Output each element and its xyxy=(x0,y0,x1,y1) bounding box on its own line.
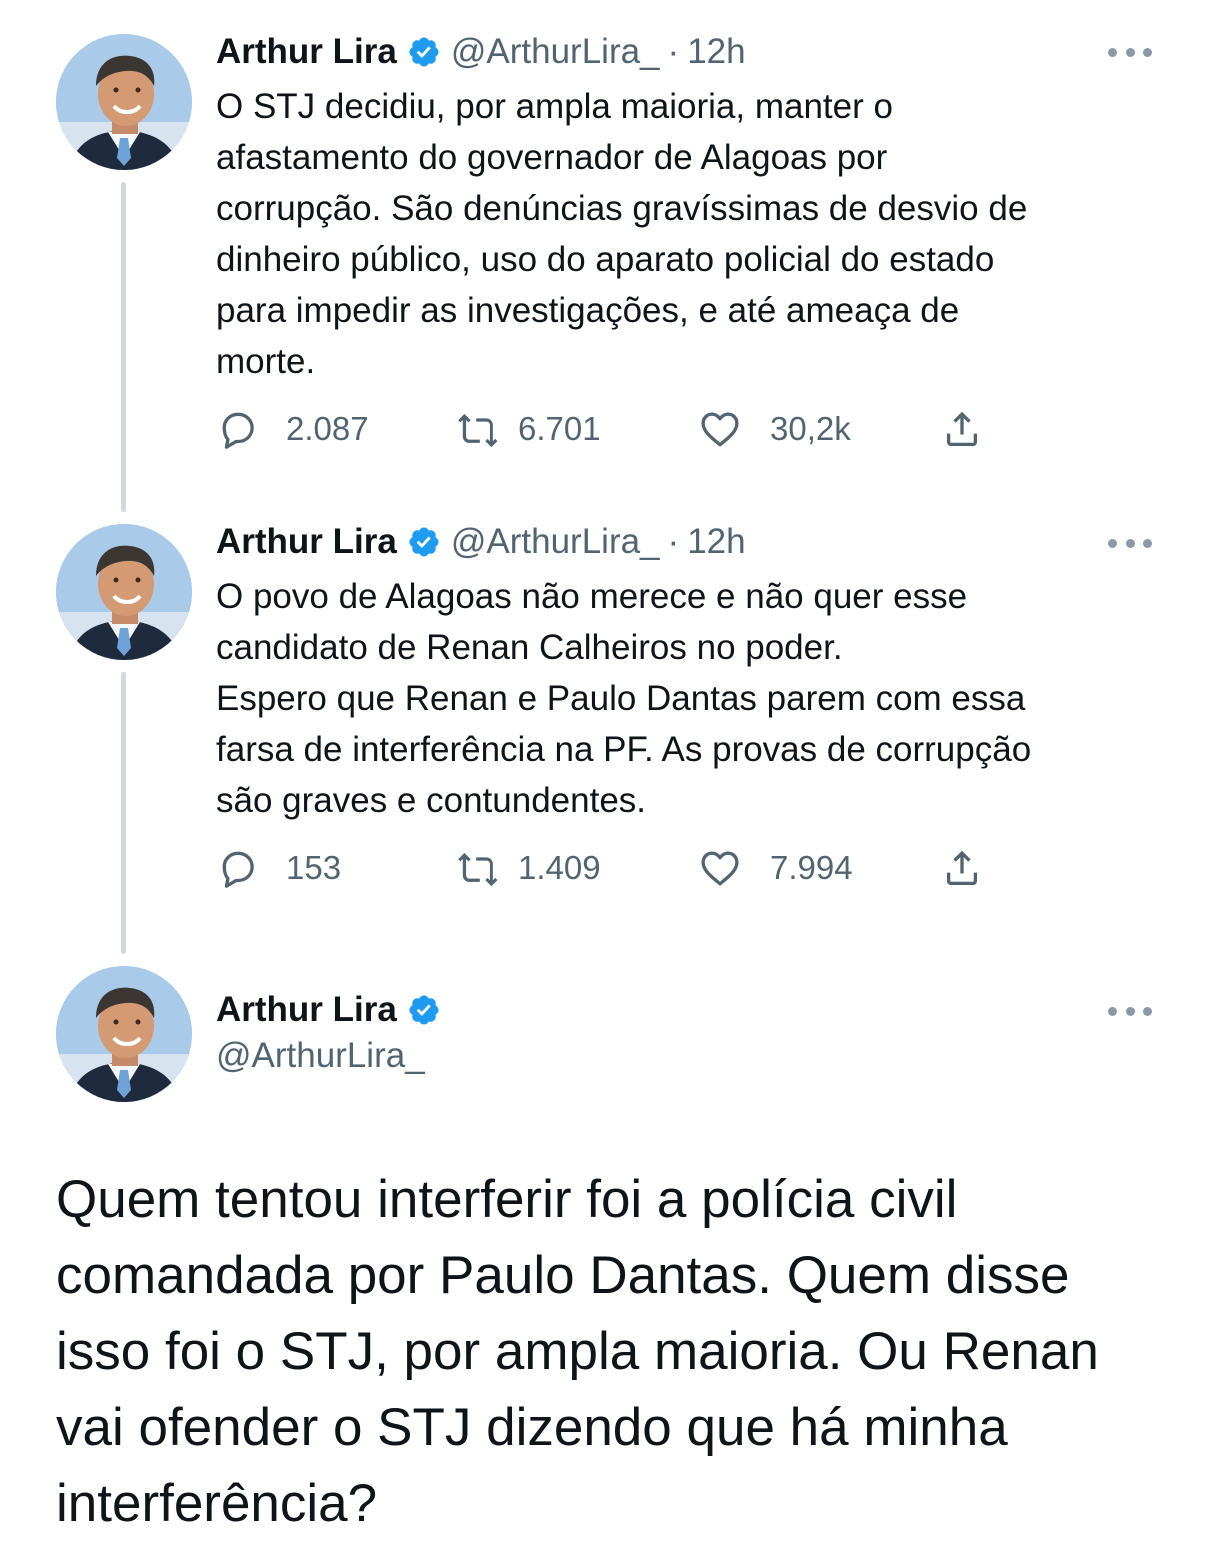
verified-badge-icon xyxy=(407,993,441,1027)
author-name[interactable]: Arthur Lira xyxy=(216,990,397,1030)
more-options-icon[interactable] xyxy=(1108,1005,1152,1017)
tweet-text: O povo de Alagoas não merece e não quer … xyxy=(216,577,1032,820)
reply-button[interactable]: 2.087 xyxy=(216,404,369,454)
retweet-count: 1.409 xyxy=(518,849,601,886)
separator: · xyxy=(667,32,680,71)
tweet-actions: 2.087 6.701 30,2k xyxy=(216,404,996,454)
like-button[interactable]: 7.994 xyxy=(698,843,853,893)
more-options-icon[interactable] xyxy=(1108,537,1152,549)
avatar[interactable] xyxy=(56,524,192,660)
separator: · xyxy=(667,522,680,561)
tweet-text: O STJ decidiu, por ampla maioria, manter… xyxy=(216,87,1028,381)
retweet-button[interactable]: 1.409 xyxy=(456,843,601,893)
like-count: 7.994 xyxy=(770,849,853,886)
reply-count: 2.087 xyxy=(286,410,369,447)
author-handle[interactable]: @ArthurLira_ xyxy=(451,32,660,72)
author-handle[interactable]: @ArthurLira_ xyxy=(451,522,660,562)
retweet-count: 6.701 xyxy=(518,410,601,447)
reply-button[interactable]: 153 xyxy=(216,843,341,893)
author-handle[interactable]: @ArthurLira_ xyxy=(216,1036,425,1076)
tweet-actions: 153 1.409 7.994 xyxy=(216,843,996,893)
tweet-header: Arthur Lira @ArthurLira_ · 12h xyxy=(216,32,746,72)
tweet-header: Arthur Lira @ArthurLira_ · 12h xyxy=(216,522,746,562)
thread-line xyxy=(121,672,126,954)
retweet-icon xyxy=(456,407,500,451)
timestamp[interactable]: 12h xyxy=(687,32,745,72)
retweet-button[interactable]: 6.701 xyxy=(456,404,601,454)
like-count: 30,2k xyxy=(770,410,851,447)
tweet-header: Arthur Lira xyxy=(216,990,451,1030)
verified-badge-icon xyxy=(407,35,441,69)
like-button[interactable]: 30,2k xyxy=(698,404,851,454)
heart-icon xyxy=(698,846,742,890)
share-icon xyxy=(940,846,984,890)
reply-icon xyxy=(216,407,260,451)
retweet-icon xyxy=(456,846,500,890)
avatar[interactable] xyxy=(56,34,192,170)
author-name[interactable]: Arthur Lira xyxy=(216,522,397,562)
share-button[interactable] xyxy=(940,404,984,454)
author-name[interactable]: Arthur Lira xyxy=(216,32,397,72)
heart-icon xyxy=(698,407,742,451)
avatar[interactable] xyxy=(56,966,192,1102)
verified-badge-icon xyxy=(407,525,441,559)
reply-icon xyxy=(216,846,260,890)
more-options-icon[interactable] xyxy=(1108,46,1152,58)
reply-count: 153 xyxy=(286,849,342,886)
share-button[interactable] xyxy=(940,843,984,893)
share-icon xyxy=(940,407,984,451)
timestamp[interactable]: 12h xyxy=(687,522,745,562)
main-tweet-text: Quem tentou interferir foi a polícia civ… xyxy=(56,1170,1099,1533)
thread-line xyxy=(121,182,126,512)
